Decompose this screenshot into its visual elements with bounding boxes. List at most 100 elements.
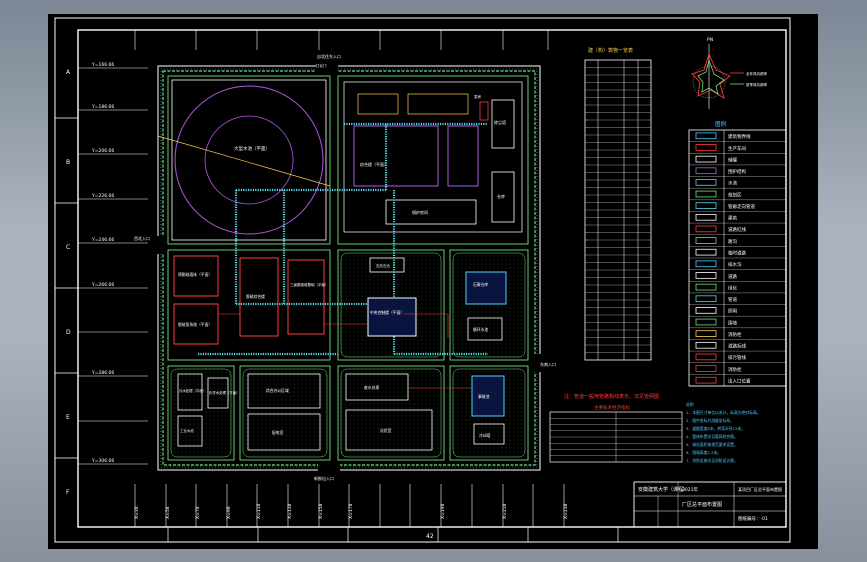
grid-x-1: X=38 [134,506,140,519]
grid-y-8: Y=306.66 [91,458,114,464]
legend-label: 绿化 [728,284,737,291]
grid-x-10: X=218 [502,503,508,519]
legend-label: 建筑物界线 [728,133,751,140]
legend-swatch [695,179,717,186]
legend-label: 储罐 [728,156,737,163]
legend-label: 建筑 [728,215,737,222]
west-gate-label: 西北入口 [134,235,150,241]
legend-label: 排水沟 [728,261,742,268]
south-gate-gap [318,464,340,476]
building-table: 建（构）筑物一览表 [584,47,652,361]
wind-rose-north: PN [707,37,713,43]
legend-label: 出入口位置 [728,378,751,385]
legend-swatch [695,225,717,233]
tank-enclosure [171,79,327,241]
building-table-rows [585,67,651,353]
legend-swatch [695,353,717,361]
legend-swatch [695,190,717,198]
notes-area: 注：管道一般用管路粗线表示，详见管网图 主要技术经济指标 说明 1、本图尺寸单位… [549,393,761,463]
grid-y-3: Y=206.66 [91,148,114,154]
side-b-label: 泵房 [474,94,482,99]
note-line-1: 1、本图尺寸单位以米计，标高为绝对标高。 [686,410,761,415]
b3-label: 脱硫综合楼 [246,294,265,299]
b7-label: 配电室 [272,430,284,435]
notes-text: 说明 1、本图尺寸单位以米计，标高为绝对标高。 2、图中坐标为测量坐标系。 3、… [686,402,761,463]
note-line-5: 5、绿化面积按规范要求设置。 [686,442,738,447]
grid-x-7: X=158 [318,503,324,519]
office-block [353,125,439,187]
legend-rows: 建筑物界线生产车间储罐围护结构水池规划区管廊走向管道建筑道路红线路沟临时道路排水… [689,132,786,387]
left-grid-ticks [78,67,148,465]
title-year: 2021年 [682,486,698,493]
east-gate-label: 东南入口 [540,361,556,367]
legend-swatch [695,376,717,384]
legend-swatch [695,144,717,151]
workshop-a [357,93,399,115]
b16-label: 事故池 [478,394,490,399]
b4-label: 三级脱硫塔基础（平面） [290,282,329,287]
side-block-b [479,101,489,121]
b6-label: 综合办公区域 [266,388,289,393]
grid-y-2: Y=186.66 [91,104,114,110]
grid-y-7: Y=286.66 [91,370,114,376]
notes-subheading: 主要技术经济指标 [594,404,630,411]
border-letter-c: C [66,244,70,251]
south-gate-label: 新鲜出入口 [314,475,334,481]
legend-swatch [695,365,717,372]
border-letter-e: E [66,414,70,421]
site-plan-drawing: A B C D E F 42 X=38 X=58 X=78 X=98 X=118… [54,17,791,543]
border-left-dividers [55,117,78,459]
page-number: 42 [426,533,434,540]
left-grid-labels: Y=166.66 Y=186.66 Y=206.66 Y=226.66 Y=24… [91,62,114,464]
legend-swatch [695,272,717,279]
bottom-grid-labels: X=38 X=58 X=78 X=98 X=118 X=138 X=158 X=… [134,503,569,519]
note-line-4: 4、管线布置详见管网综合图。 [686,434,738,439]
border-bottom-dividers [167,527,619,542]
legend-label: 照明 [728,309,737,315]
title-school: 安徽建筑大学（课程） [638,486,688,493]
legend-label: 路沟 [728,238,737,245]
legend-label: 管廊走向管道 [728,203,755,210]
legend-label: 生产车间 [728,145,746,152]
tower-label: 除尘塔 [494,119,506,125]
legend-label: 道路 [728,273,737,280]
grid-x-4: X=98 [226,506,232,519]
workshop-b [407,93,469,115]
legend-title: 图例 [715,120,727,128]
note-line-2: 2、图中坐标为测量坐标系。 [686,418,734,423]
b14-label: 废水处理 [364,385,379,390]
grid-x-8: X=178 [348,503,354,519]
grid-y-4: Y=226.66 [91,193,114,199]
note-line-0: 说明 [686,402,694,407]
b4-outline [287,259,325,335]
grid-x-9: X=198 [440,503,446,519]
legend-swatch [695,155,717,163]
b5-label: 石灰石仓 [376,263,390,268]
legend-swatch [695,283,717,291]
title-code: 图纸编号：-01 [738,515,768,522]
axis-line [157,135,331,187]
grid-y-1: Y=166.66 [91,62,114,68]
b11-label: 污水处理（平面） [179,388,206,393]
b1-label: 预脱硫塔体（平面） [178,272,212,277]
wind-rose-summer [697,58,725,95]
legend-label: 道路标线 [728,343,746,350]
note-line-3: 3、道路宽度6米，转弯半径12米。 [686,426,745,431]
legend-swatch [695,132,717,140]
b9-outline [465,271,507,305]
legend-label: 消防栓 [728,366,742,373]
cad-sheet: A B C D E F 42 X=38 X=58 X=78 X=98 X=118… [48,14,818,549]
legend-label: 水池 [728,180,737,187]
tank-outer-ring [174,85,324,235]
b13-label: 工业水池 [180,428,194,433]
legend-label: 规划区 [728,191,742,198]
legend: 图例 建筑物界线生产车间储罐围护结构水池规划区管廊走向管道建筑道路红线路沟临时道… [688,120,787,387]
grid-y-6: Y=266.66 [91,282,114,288]
grid-x-5: X=118 [256,503,262,519]
north-gate-sublabel: 打北门 [316,63,327,68]
b8-label: 中央控制楼（平面） [370,310,404,315]
legend-label: 围墙 [728,319,737,326]
legend-swatch [695,248,717,256]
legend-swatch [695,167,717,175]
legend-swatch [695,213,717,221]
